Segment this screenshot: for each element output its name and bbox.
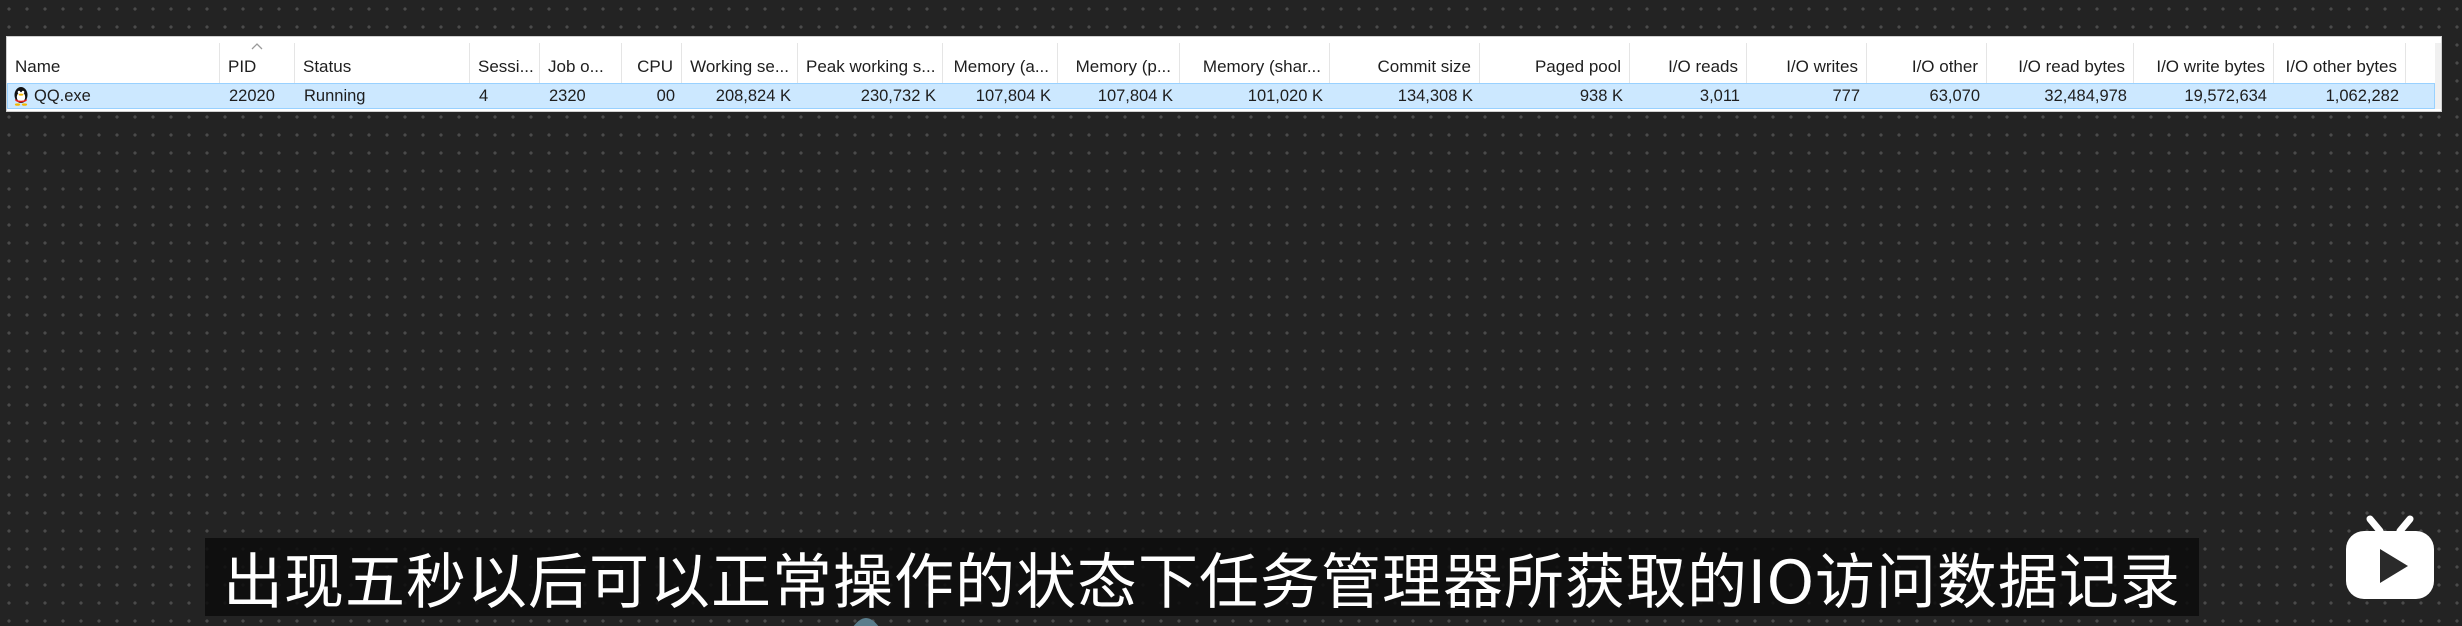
column-header-paged-pool[interactable]: Paged pool [1480, 43, 1630, 83]
sort-ascending-icon [251, 43, 263, 50]
column-header-session[interactable]: Sessi... [470, 43, 540, 83]
cell-session: 4 [479, 87, 489, 105]
bilibili-tv-logo-icon [2346, 515, 2434, 599]
cell-paged-pool: 938 K [1579, 87, 1623, 105]
task-manager-details-table: Name PID Status Sessi... Job o... CPU Working … [6, 36, 2442, 112]
cursor-blob-icon [853, 618, 879, 626]
column-header-io-writes[interactable]: I/O writes [1747, 43, 1867, 83]
column-header-status[interactable]: Status [295, 43, 470, 83]
cell-io-read-bytes: 32,484,978 [2044, 87, 2127, 105]
cell-io-other: 63,070 [1929, 87, 1980, 105]
column-header-working-set[interactable]: Working se... [682, 43, 798, 83]
cell-peak-working-set: 230,732 K [860, 87, 936, 105]
column-header-cpu[interactable]: CPU [622, 43, 682, 83]
column-header-row: Name PID Status Sessi... Job o... CPU Working … [7, 43, 2435, 83]
subtitle-text: 出现五秒以后可以正常操作的状态下任务管理器所获取的IO访问数据记录 [223, 547, 2181, 618]
cell-job: 2320 [549, 87, 586, 105]
video-subtitle: 出现五秒以后可以正常操作的状态下任务管理器所获取的IO访问数据记录 [205, 538, 2199, 618]
qq-penguin-icon [14, 87, 28, 106]
cell-memory-active: 107,804 K [975, 87, 1051, 105]
column-header-memory-active[interactable]: Memory (a... [943, 43, 1058, 83]
column-header-pid[interactable]: PID [220, 43, 295, 83]
cell-commit-size: 134,308 K [1397, 87, 1473, 105]
cell-io-write-bytes: 19,572,634 [2184, 87, 2267, 105]
cell-memory-private: 107,804 K [1097, 87, 1173, 105]
column-header-peak-working-set[interactable]: Peak working s... [798, 43, 943, 83]
column-header-memory-shared[interactable]: Memory (shar... [1180, 43, 1330, 83]
process-name-cell: QQ.exe [8, 84, 221, 108]
vertical-scrollbar[interactable] [2435, 43, 2441, 109]
screen: Name PID Status Sessi... Job o... CPU Working … [0, 0, 2462, 626]
column-header-io-other-bytes[interactable]: I/O other bytes [2274, 43, 2406, 83]
process-name-label: QQ.exe [34, 87, 91, 105]
cell-pid: 22020 [229, 87, 275, 105]
cell-memory-shared: 101,020 K [1247, 87, 1323, 105]
cell-cpu: 00 [656, 87, 675, 105]
column-header-name[interactable]: Name [7, 43, 220, 83]
cell-status: Running [304, 87, 366, 105]
column-header-memory-private[interactable]: Memory (p... [1058, 43, 1180, 83]
column-header-commit-size[interactable]: Commit size [1330, 43, 1480, 83]
column-header-io-write-bytes[interactable]: I/O write bytes [2134, 43, 2274, 83]
column-header-job[interactable]: Job o... [540, 43, 622, 83]
cell-working-set: 208,824 K [715, 87, 791, 105]
cell-io-reads: 3,011 [1699, 87, 1740, 105]
table-row[interactable]: QQ.exe 22020 Running 4 2320 00 208,824 K 230,73… [7, 83, 2435, 109]
cell-io-writes: 777 [1832, 87, 1860, 105]
column-header-io-read-bytes[interactable]: I/O read bytes [1987, 43, 2134, 83]
column-header-io-other[interactable]: I/O other [1867, 43, 1987, 83]
column-header-io-reads[interactable]: I/O reads [1630, 43, 1747, 83]
cell-io-other-bytes: 1,062,282 [2325, 87, 2399, 105]
